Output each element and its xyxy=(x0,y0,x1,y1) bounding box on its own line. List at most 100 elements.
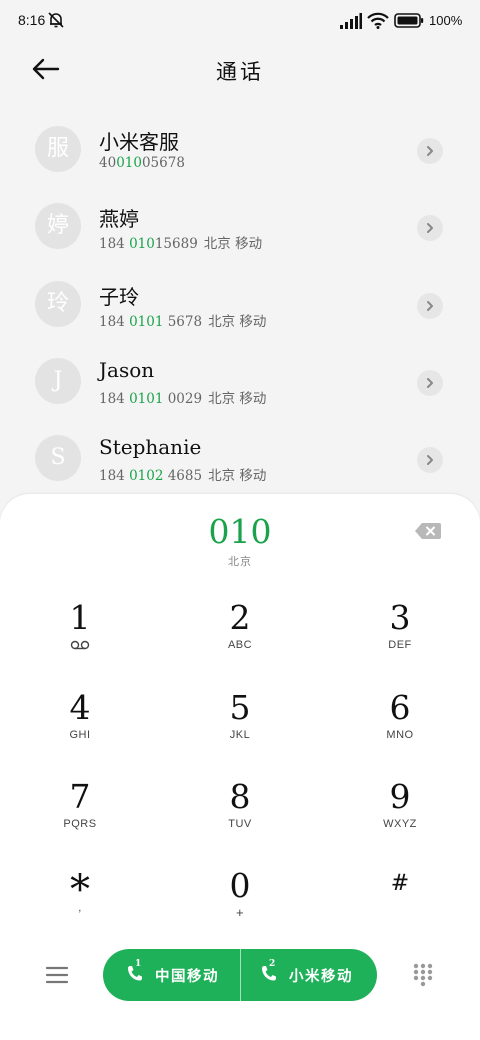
dialpad-key-7[interactable]: 7 PQRS xyxy=(20,779,140,859)
key-digit: 7 xyxy=(69,777,91,816)
voicemail-icon xyxy=(70,640,90,650)
keypad-icon[interactable] xyxy=(412,963,434,987)
key-digit: 4 xyxy=(69,688,91,727)
contact-detail-button[interactable] xyxy=(417,370,443,396)
page-title: 通话 xyxy=(216,60,264,84)
number-suffix: 0029 xyxy=(163,391,203,407)
dialpad-key-6[interactable]: 6 MNO xyxy=(340,690,460,770)
dialpad-key-1[interactable]: 1 xyxy=(20,600,140,680)
number-match: 010 xyxy=(129,236,155,252)
contact-number: 184 0101 0029 北京 移动 xyxy=(99,387,266,407)
contact-name: 燕婷 xyxy=(99,207,139,231)
number-location: 北京 移动 xyxy=(203,236,263,252)
number-suffix: 4685 xyxy=(163,468,203,484)
signal-icon xyxy=(340,13,362,29)
contact-name: 子玲 xyxy=(99,285,139,309)
key-digit: 6 xyxy=(389,688,411,727)
call-sim1-button[interactable]: 1 中国移动 xyxy=(103,949,240,1001)
key-digit: 8 xyxy=(229,777,251,816)
contact-detail-button[interactable] xyxy=(417,447,443,473)
call-sim2-button[interactable]: 2 小米移动 xyxy=(241,949,377,1001)
number-location: 北京 移动 xyxy=(208,391,267,407)
number-prefix: 184 xyxy=(99,314,130,330)
key-letters: DEF xyxy=(388,639,412,651)
key-letters: MNO xyxy=(386,729,414,741)
dialed-location: 北京 xyxy=(228,555,252,568)
number-suffix: 5678 xyxy=(163,314,203,330)
avatar: S xyxy=(35,435,81,481)
key-letters: TUV xyxy=(228,818,252,830)
list-item[interactable]: 玲 子玲 184 0101 5678 北京 移动 xyxy=(0,273,480,343)
bell-off-icon xyxy=(48,12,64,28)
key-letters: PQRS xyxy=(63,818,97,830)
battery-percent: 100% xyxy=(429,13,463,28)
sim-number: 2 xyxy=(269,959,276,969)
backspace-icon[interactable] xyxy=(414,521,442,541)
key-digit: 9 xyxy=(389,777,411,816)
dialpad-key-8[interactable]: 8 TUV xyxy=(180,779,300,859)
key-letters: JKL xyxy=(229,729,251,741)
number-prefix: 40 xyxy=(99,155,117,171)
sim-number: 1 xyxy=(135,959,142,969)
contact-name: Jason xyxy=(99,358,155,382)
wifi-icon xyxy=(367,12,389,29)
menu-icon[interactable] xyxy=(44,965,70,985)
number-match: 0101 xyxy=(129,314,164,330)
key-letters: , xyxy=(78,902,82,914)
key-letters: + xyxy=(235,905,245,920)
list-item[interactable]: J Jason 184 0101 0029 北京 移动 xyxy=(0,350,480,420)
contact-name: Stephanie xyxy=(99,435,202,459)
contact-number: 4001005678 xyxy=(99,155,191,171)
key-letters: GHI xyxy=(69,729,91,741)
key-digit: 3 xyxy=(389,598,411,637)
chevron-right-icon xyxy=(427,223,433,233)
status-bar: 8:16 100% xyxy=(0,0,480,42)
number-match: 0102 xyxy=(129,468,164,484)
dialpad-key-3[interactable]: 3 DEF xyxy=(340,600,460,680)
key-digit: 2 xyxy=(229,598,251,637)
dialpad-key-0[interactable]: 0 + xyxy=(180,868,300,948)
dialpad-key-5[interactable]: 5 JKL xyxy=(180,690,300,770)
contact-detail-button[interactable] xyxy=(417,215,443,241)
dialpad-key-star[interactable]: * , xyxy=(20,870,140,952)
number-location: 北京 移动 xyxy=(208,468,267,484)
number-match: 010 xyxy=(116,155,142,171)
key-digit: 1 xyxy=(69,598,91,637)
dialpad-key-2[interactable]: 2 ABC xyxy=(180,600,300,680)
contact-number: 184 0102 4685 北京 移动 xyxy=(99,464,266,484)
key-digit: 0 xyxy=(229,866,251,905)
dialed-number: 010 xyxy=(208,512,272,551)
call-button-label: 中国移动 xyxy=(155,968,219,985)
avatar: 服 xyxy=(35,126,81,172)
contact-detail-button[interactable] xyxy=(417,293,443,319)
list-item[interactable]: 婷 燕婷 184 01015689 北京 移动 xyxy=(0,195,480,265)
avatar: 玲 xyxy=(35,281,81,327)
dialpad-key-4[interactable]: 4 GHI xyxy=(20,690,140,770)
list-item[interactable]: S Stephanie 184 0102 4685 北京 移动 xyxy=(0,427,480,497)
contact-detail-button[interactable] xyxy=(417,138,443,164)
call-button-label: 小米移动 xyxy=(289,968,353,985)
number-suffix: 15689 xyxy=(154,236,198,252)
number-prefix: 184 xyxy=(99,468,130,484)
contact-name: 小米客服 xyxy=(99,130,179,154)
key-digit: 5 xyxy=(229,688,251,727)
battery-icon xyxy=(394,13,424,28)
call-button-group: 1 中国移动 2 小米移动 xyxy=(103,949,377,1001)
contact-number: 184 01015689 北京 移动 xyxy=(99,232,262,252)
chevron-right-icon xyxy=(427,378,433,388)
list-item[interactable]: 服 小米客服 4001005678 xyxy=(0,118,480,188)
chevron-right-icon xyxy=(427,301,433,311)
contact-number: 184 0101 5678 北京 移动 xyxy=(99,310,266,330)
number-match: 0101 xyxy=(129,391,164,407)
avatar: 婷 xyxy=(35,203,81,249)
status-time: 8:16 xyxy=(18,12,46,28)
chevron-right-icon xyxy=(427,146,433,156)
dialpad-key-hash[interactable]: # xyxy=(340,866,460,946)
number-prefix: 184 xyxy=(99,236,130,252)
number-suffix: 05678 xyxy=(141,155,185,171)
key-letters: ABC xyxy=(227,639,253,651)
key-letters: WXYZ xyxy=(383,818,417,830)
dialpad-key-9[interactable]: 9 WXYZ xyxy=(340,779,460,859)
avatar: J xyxy=(35,358,81,404)
chevron-right-icon xyxy=(427,455,433,465)
